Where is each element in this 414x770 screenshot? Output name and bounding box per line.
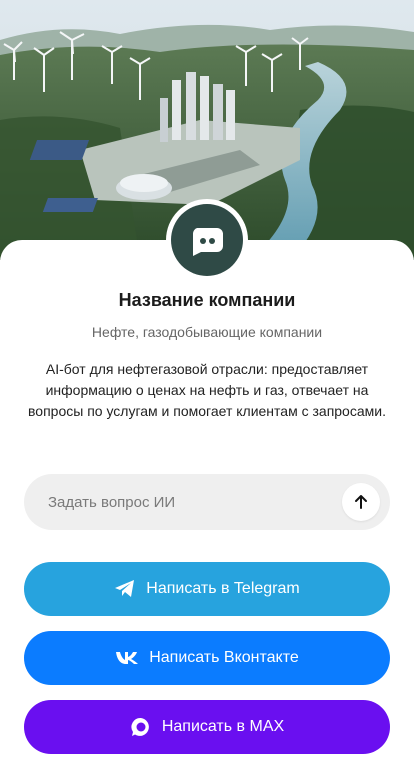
company-description: AI-бот для нефтегазовой отрасли: предост… <box>28 361 386 419</box>
ask-ai-box <box>24 474 390 530</box>
company-category: Нефте, газодобывающие компании <box>91 324 323 340</box>
chat-bot-icon <box>171 204 243 276</box>
ask-ai-input[interactable] <box>48 493 342 511</box>
vk-button[interactable]: Написать Вконтакте <box>24 631 390 685</box>
telegram-icon <box>114 579 136 599</box>
vk-icon <box>115 651 139 665</box>
max-button-label: Написать в MAX <box>161 718 285 735</box>
max-icon <box>130 716 152 738</box>
company-name: Название компании <box>118 290 296 310</box>
telegram-button-label: Написать в Telegram <box>146 580 300 597</box>
send-button[interactable] <box>342 483 380 521</box>
vk-button-label: Написать Вконтакте <box>149 649 299 666</box>
avatar <box>166 199 248 281</box>
telegram-button[interactable]: Написать в Telegram <box>24 562 390 616</box>
chat-bot-glyph <box>192 228 223 256</box>
page: Название компании Нефте, газодобывающие … <box>0 0 414 770</box>
max-button[interactable]: Написать в MAX <box>24 700 390 754</box>
arrow-up-icon <box>355 495 367 509</box>
